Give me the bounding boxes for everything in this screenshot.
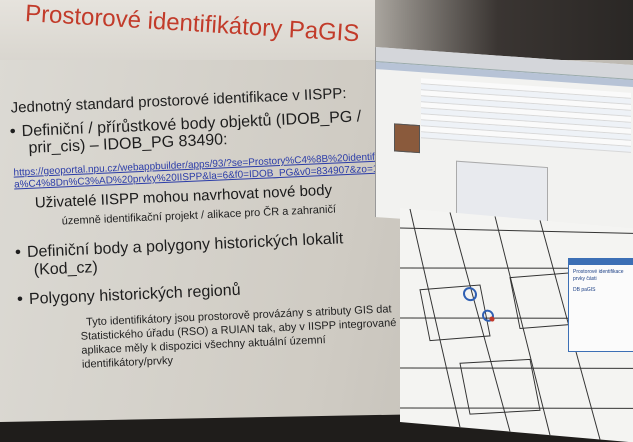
identify-popup[interactable]: Prostorové identifikace prvky části DB p…	[568, 258, 633, 352]
app-table	[421, 78, 631, 163]
bullet-dot: •	[9, 121, 17, 141]
popup-header	[569, 259, 633, 265]
bullet-dot: •	[14, 242, 22, 262]
building-photo	[394, 123, 420, 154]
popup-title: Prostorové identifikace prvky části	[573, 269, 624, 282]
popup-subtitle: DB paGIS	[573, 287, 596, 293]
app-screenshot	[375, 47, 633, 236]
bullet-dot: •	[16, 289, 24, 309]
bullet-2-line2: (Kod_cz)	[33, 258, 99, 279]
